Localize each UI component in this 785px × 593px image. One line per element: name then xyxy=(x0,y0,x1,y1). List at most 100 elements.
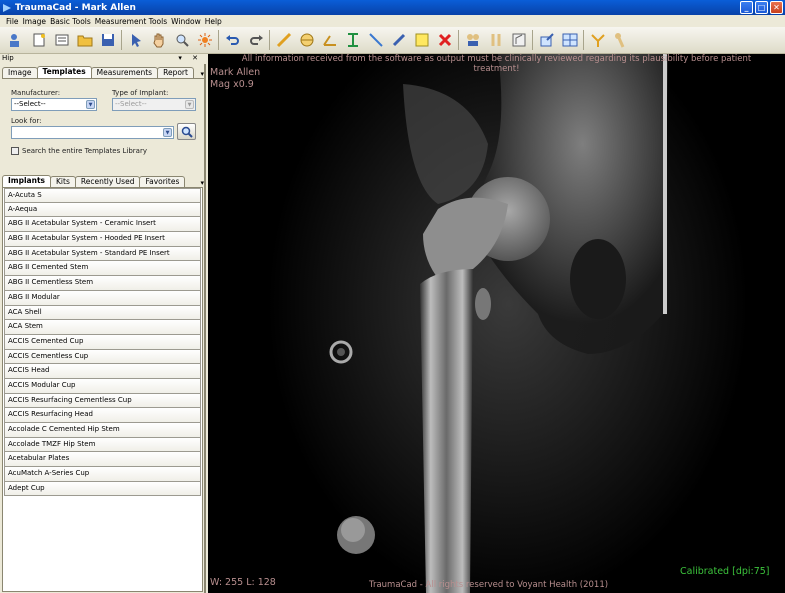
look-for-input[interactable]: ▼ xyxy=(11,126,174,139)
ruler-icon[interactable] xyxy=(274,31,293,50)
menu-file[interactable]: File xyxy=(6,17,19,26)
save-icon[interactable] xyxy=(98,31,117,50)
disclaimer-line-1: All information received from the softwa… xyxy=(241,54,752,64)
caliper-icon[interactable] xyxy=(343,31,362,50)
list-item[interactable]: ACCIS Modular Cup xyxy=(4,378,201,394)
toolbar xyxy=(0,27,785,54)
menu-measurement-tools[interactable]: Measurement Tools xyxy=(95,17,167,26)
copyright-text: TraumaCad - All rights reserved to Voyan… xyxy=(369,580,609,590)
menu-window[interactable]: Window xyxy=(171,17,201,26)
tab-report[interactable]: Report xyxy=(157,67,194,78)
type-of-implant-label: Type of Implant: xyxy=(112,89,169,97)
tab-templates[interactable]: Templates xyxy=(36,66,92,78)
list-item[interactable]: AcuMatch A-Series Cup xyxy=(4,467,201,482)
manufacturer-label: Manufacturer: xyxy=(11,89,61,97)
app-icon xyxy=(3,3,11,12)
list-item[interactable]: ABG II Modular xyxy=(4,290,201,306)
hip-tool-icon[interactable] xyxy=(463,31,482,50)
panel-header: Hip ▾ ✕ xyxy=(0,54,206,64)
tab-image[interactable]: Image xyxy=(2,67,38,78)
tabs-overflow-icon[interactable]: ▾ xyxy=(200,70,204,78)
implant-tabs: Implants Kits Recently Used Favorites ▾ xyxy=(2,175,204,187)
menu-help[interactable]: Help xyxy=(205,17,222,26)
list-item[interactable]: ACCIS Cemented Cup xyxy=(4,334,201,350)
tab-recently-used[interactable]: Recently Used xyxy=(74,176,141,187)
templates-panel: Image Templates Measurements Report ▾ Ma… xyxy=(0,64,206,593)
search-icon xyxy=(181,126,193,138)
chevron-down-icon[interactable]: ▼ xyxy=(163,128,172,137)
open-folder-icon[interactable] xyxy=(75,31,94,50)
search-all-label: Search the entire Templates Library xyxy=(22,147,147,155)
menu-bar: File Image Basic Tools Measurement Tools… xyxy=(0,15,785,27)
tab-implants[interactable]: Implants xyxy=(2,175,51,187)
list-item[interactable]: ACA Shell xyxy=(4,305,201,321)
look-for-label: Look for: xyxy=(11,117,42,125)
line-icon[interactable] xyxy=(366,31,385,50)
list-item[interactable]: A-Aequa xyxy=(4,202,201,218)
panel-controls[interactable]: ▾ ✕ xyxy=(178,54,202,62)
note-icon[interactable] xyxy=(412,31,431,50)
minimize-button[interactable]: _ xyxy=(740,1,753,14)
window-level: W: 255 L: 128 xyxy=(210,577,276,588)
search-button[interactable] xyxy=(177,123,196,140)
search-all-checkbox[interactable] xyxy=(11,147,19,155)
undo-icon[interactable] xyxy=(223,31,242,50)
list-item[interactable]: ABG II Acetabular System - Hooded PE Ins… xyxy=(4,232,201,247)
list-item[interactable]: ACA Stem xyxy=(4,320,201,335)
chevron-down-icon[interactable]: ▼ xyxy=(185,100,194,109)
close-button[interactable]: ✕ xyxy=(770,1,783,14)
delete-icon[interactable] xyxy=(435,31,454,50)
disclaimer-line-2: treatment! xyxy=(473,64,520,74)
list-item[interactable]: ABG II Cemented Stem xyxy=(4,261,201,277)
list-item[interactable]: ACCIS Cementless Cup xyxy=(4,349,201,365)
layout-icon[interactable] xyxy=(560,31,579,50)
tabs-overflow-icon[interactable]: ▾ xyxy=(200,179,204,187)
redo-icon[interactable] xyxy=(246,31,265,50)
export-icon[interactable] xyxy=(537,31,556,50)
title-bar: TraumaCad - Mark Allen _ □ ✕ xyxy=(0,0,785,15)
magnification: Mag x0.9 xyxy=(210,79,254,90)
list-item[interactable]: Acetabular Plates xyxy=(4,452,201,468)
list-item[interactable]: ABG II Acetabular System - Standard PE I… xyxy=(4,246,201,262)
tab-kits[interactable]: Kits xyxy=(50,176,76,187)
circle-icon[interactable] xyxy=(297,31,316,50)
patient-icon[interactable] xyxy=(6,31,25,50)
menu-image[interactable]: Image xyxy=(23,17,47,26)
pointer-icon[interactable] xyxy=(126,31,145,50)
brightness-icon[interactable] xyxy=(195,31,214,50)
list-item[interactable]: ABG II Acetabular System - Ceramic Inser… xyxy=(4,217,201,233)
knee-tool-icon[interactable] xyxy=(486,31,505,50)
list-item[interactable]: ACCIS Resurfacing Cementless Cup xyxy=(4,393,201,409)
tab-favorites[interactable]: Favorites xyxy=(139,176,186,187)
maximize-button[interactable]: □ xyxy=(755,1,768,14)
xray-viewer[interactable]: All information received from the softwa… xyxy=(208,54,785,593)
pelvis-icon[interactable] xyxy=(588,31,607,50)
tab-measurements[interactable]: Measurements xyxy=(90,67,159,78)
panel-tabs: Image Templates Measurements Report ▾ xyxy=(2,66,204,78)
list-item[interactable]: Accolade TMZF Hip Stem xyxy=(4,437,201,453)
list-item[interactable]: ABG II Cementless Stem xyxy=(4,276,201,291)
new-icon[interactable] xyxy=(29,31,48,50)
menu-basic-tools[interactable]: Basic Tools xyxy=(50,17,91,26)
list-item[interactable]: A-Acuta S xyxy=(4,188,201,203)
zoom-icon[interactable] xyxy=(172,31,191,50)
manufacturer-select[interactable]: --Select-- ▼ xyxy=(11,98,97,111)
patient-name: Mark Allen xyxy=(210,67,261,78)
list-item[interactable]: Accolade C Cemented Hip Stem xyxy=(4,423,201,438)
window-title: TraumaCad - Mark Allen xyxy=(15,2,136,13)
femur-icon[interactable] xyxy=(611,31,630,50)
implant-list: A-Acuta S A-Aequa ABG II Acetabular Syst… xyxy=(2,187,203,592)
list-item[interactable]: ACCIS Head xyxy=(4,364,201,379)
list-icon[interactable] xyxy=(52,31,71,50)
template-tool-icon[interactable] xyxy=(509,31,528,50)
panel-title: Hip xyxy=(2,54,14,62)
calibration-status: Calibrated [dpi:75] xyxy=(680,566,770,577)
angle-icon[interactable] xyxy=(320,31,339,50)
pen-icon[interactable] xyxy=(389,31,408,50)
list-item[interactable]: ACCIS Resurfacing Head xyxy=(4,408,201,423)
list-item[interactable]: Adept Cup xyxy=(4,481,201,497)
type-of-implant-select[interactable]: --Select-- ▼ xyxy=(112,98,196,111)
xray-image[interactable] xyxy=(208,54,785,593)
pan-hand-icon[interactable] xyxy=(149,31,168,50)
chevron-down-icon[interactable]: ▼ xyxy=(86,100,95,109)
